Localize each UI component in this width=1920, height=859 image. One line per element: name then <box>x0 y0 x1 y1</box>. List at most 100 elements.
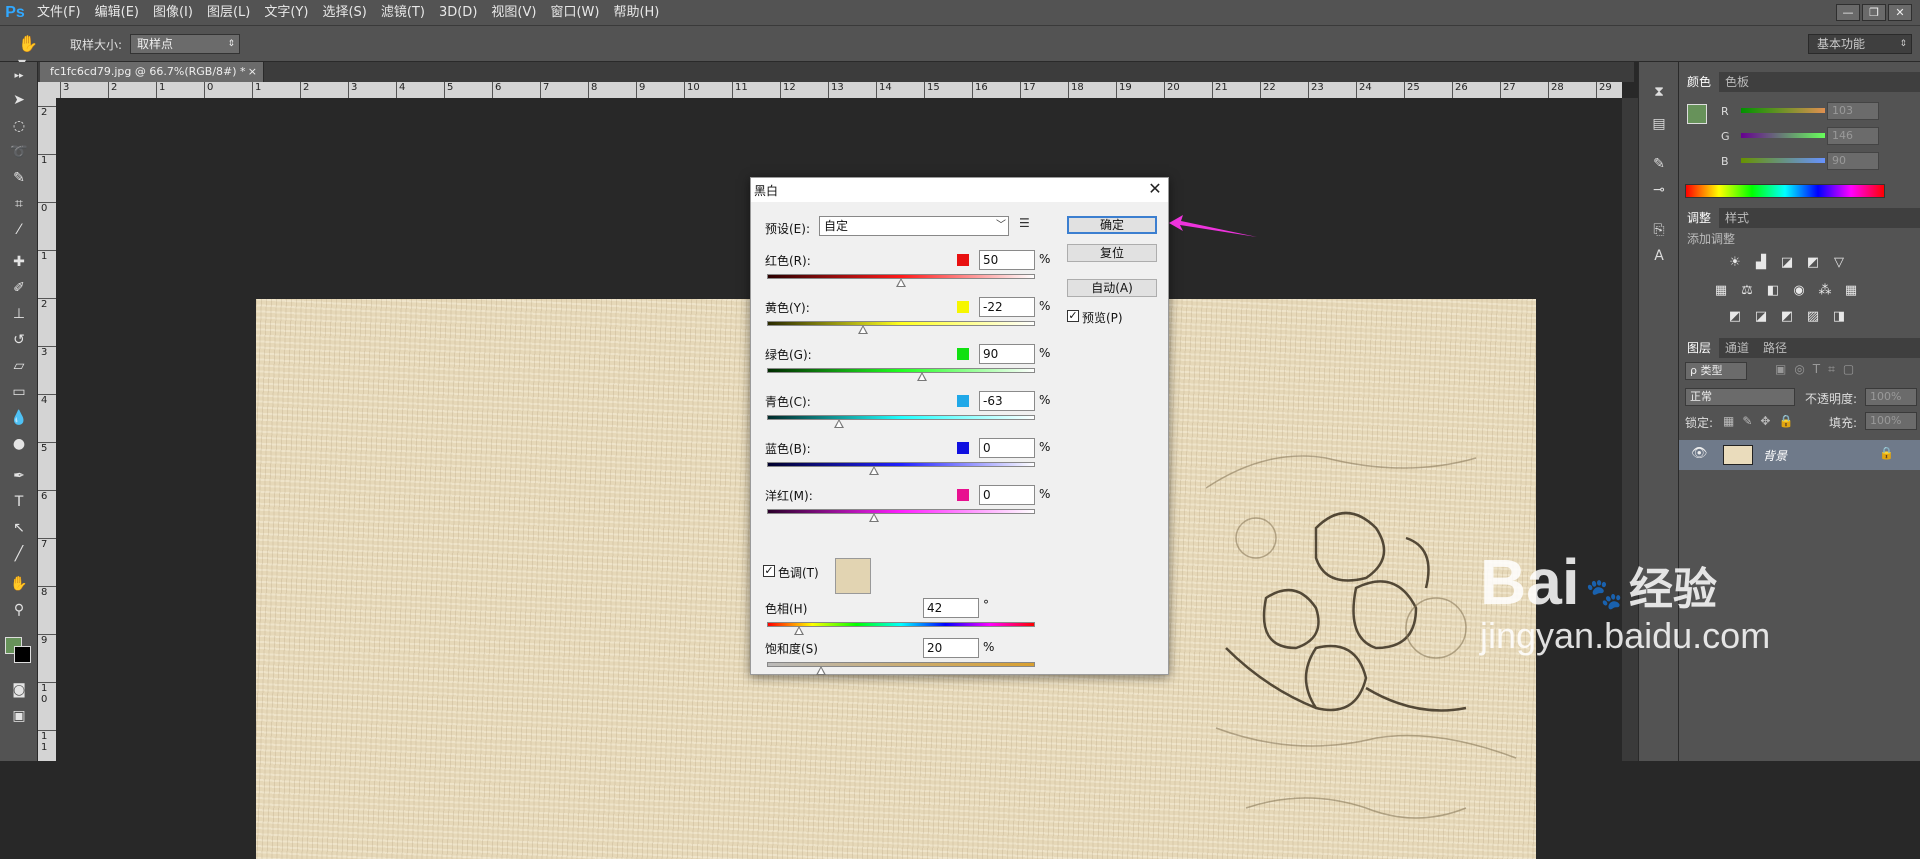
menu-layer[interactable]: 图层(L) <box>200 0 257 26</box>
green-value-field[interactable]: 146 <box>1827 127 1879 145</box>
workspace-select[interactable]: 基本功能 ⇕ <box>1808 34 1912 54</box>
saturation-input[interactable]: 20 <box>923 638 979 658</box>
close-tab-icon[interactable]: × <box>248 62 257 82</box>
preset-select[interactable]: 自定 ﹀ <box>819 216 1009 236</box>
ok-button[interactable]: 确定 <box>1067 216 1157 234</box>
channel-slider-track[interactable] <box>767 321 1035 326</box>
menu-type[interactable]: 文字(Y) <box>257 0 315 26</box>
close-window-button[interactable]: ✕ <box>1888 4 1912 21</box>
brightness-icon[interactable]: ☀ <box>1725 254 1745 272</box>
preview-checkbox[interactable]: ✓ <box>1067 310 1079 322</box>
quick-select-tool-icon[interactable]: ✎ <box>8 168 30 188</box>
invert-icon[interactable]: ◩ <box>1725 308 1745 326</box>
gradient-map-icon[interactable]: ▨ <box>1803 308 1823 326</box>
dodge-tool-icon[interactable]: ● <box>8 434 30 454</box>
black-white-icon[interactable]: ◧ <box>1763 282 1783 300</box>
hue-input[interactable]: 42 <box>923 598 979 618</box>
marquee-tool-icon[interactable]: ◌ <box>8 116 30 136</box>
menu-image[interactable]: 图像(I) <box>146 0 200 26</box>
red-slider-track[interactable] <box>1741 108 1825 113</box>
channel-value-input[interactable]: -22 <box>979 297 1035 317</box>
green-slider-track[interactable] <box>1741 133 1825 138</box>
dialog-close-icon[interactable]: ✕ <box>1145 179 1165 199</box>
tab-adjustments[interactable]: 调整 <box>1679 208 1720 228</box>
menu-file[interactable]: 文件(F) <box>30 0 88 26</box>
healing-brush-tool-icon[interactable]: ✚ <box>8 252 30 272</box>
tab-paths[interactable]: 路径 <box>1755 338 1795 358</box>
properties-panel-icon[interactable]: ▤ <box>1649 114 1669 134</box>
channel-value-input[interactable]: -63 <box>979 391 1035 411</box>
posterize-icon[interactable]: ◪ <box>1751 308 1771 326</box>
eyedropper-tool-icon[interactable]: ⁄ <box>8 220 30 240</box>
channel-mixer-icon[interactable]: ⁂ <box>1815 282 1835 300</box>
tab-styles[interactable]: 样式 <box>1717 208 1757 228</box>
fill-field[interactable]: 100% <box>1865 412 1917 430</box>
channel-slider-track[interactable] <box>767 509 1035 514</box>
path-select-tool-icon[interactable]: ↖ <box>8 518 30 538</box>
color-balance-icon[interactable]: ⚖ <box>1737 282 1757 300</box>
quick-mask-icon[interactable]: ◙ <box>8 680 30 700</box>
character-panel-icon[interactable]: A <box>1649 246 1669 266</box>
layer-row-background[interactable]: 👁 背景 🔒 <box>1679 440 1920 470</box>
menu-filter[interactable]: 滤镜(T) <box>374 0 432 26</box>
hand-tool-preset-icon[interactable]: ✋▾ <box>18 34 40 72</box>
tint-checkbox[interactable]: ✓ <box>763 565 775 577</box>
eraser-tool-icon[interactable]: ▱ <box>8 356 30 376</box>
selective-color-icon[interactable]: ◨ <box>1829 308 1849 326</box>
opacity-field[interactable]: 100% <box>1865 388 1917 406</box>
saturation-slider-track[interactable] <box>767 662 1035 667</box>
layer-filter-icons[interactable]: ▣◎T⌗▢ <box>1775 362 1862 377</box>
auto-button[interactable]: 自动(A) <box>1067 279 1157 297</box>
channel-slider-track[interactable] <box>767 415 1035 420</box>
channel-value-input[interactable]: 0 <box>979 438 1035 458</box>
channel-slider-thumb[interactable] <box>869 466 880 475</box>
menu-select[interactable]: 选择(S) <box>315 0 373 26</box>
type-tool-icon[interactable]: T <box>8 492 30 512</box>
channel-value-input[interactable]: 0 <box>979 485 1035 505</box>
line-tool-icon[interactable]: ╱ <box>8 544 30 564</box>
channel-slider-thumb[interactable] <box>858 325 869 334</box>
menu-edit[interactable]: 编辑(E) <box>88 0 146 26</box>
red-value-field[interactable]: 103 <box>1827 102 1879 120</box>
exposure-icon[interactable]: ◩ <box>1803 254 1823 272</box>
hue-slider-track[interactable] <box>767 622 1035 627</box>
color-spectrum[interactable] <box>1685 184 1885 198</box>
document-tab[interactable]: fc1fc6cd79.jpg @ 66.7%(RGB/8#) * × <box>40 62 264 82</box>
lock-icons[interactable]: ▦✎✥🔒 <box>1723 414 1801 428</box>
brush-presets-icon[interactable]: ⊸ <box>1649 180 1669 200</box>
color-lookup-icon[interactable]: ▦ <box>1841 282 1861 300</box>
screen-mode-icon[interactable]: ▣ <box>8 706 30 726</box>
blend-mode-select[interactable]: 正常 <box>1685 388 1795 406</box>
vibrance-icon[interactable]: ▽ <box>1829 254 1849 272</box>
channel-slider-thumb[interactable] <box>917 372 928 381</box>
gradient-tool-icon[interactable]: ▭ <box>8 382 30 402</box>
restore-button[interactable]: ❐ <box>1862 4 1886 21</box>
pen-tool-icon[interactable]: ✒ <box>8 466 30 486</box>
history-brush-tool-icon[interactable]: ↺ <box>8 330 30 350</box>
vertical-scrollbar[interactable] <box>1622 98 1638 761</box>
zoom-tool-icon[interactable]: ⚲ <box>8 600 30 620</box>
clone-source-icon[interactable]: ⎘ <box>1649 220 1669 240</box>
channel-slider-track[interactable] <box>767 462 1035 467</box>
threshold-icon[interactable]: ◩ <box>1777 308 1797 326</box>
blur-tool-icon[interactable]: 💧 <box>8 408 30 428</box>
minimize-button[interactable]: — <box>1836 4 1860 21</box>
hand-tool-icon[interactable]: ✋ <box>8 574 30 594</box>
menu-view[interactable]: 视图(V) <box>484 0 543 26</box>
hue-slider-thumb[interactable] <box>794 626 805 635</box>
collapse-toolbox-icon[interactable]: ▸▸ <box>8 66 30 86</box>
tab-channels[interactable]: 通道 <box>1717 338 1757 358</box>
tab-color[interactable]: 颜色 <box>1679 72 1720 92</box>
sample-size-select[interactable]: 取样点 ⇕ <box>130 34 240 54</box>
layer-kind-filter[interactable]: ρ 类型 <box>1685 362 1747 380</box>
tint-color-swatch[interactable] <box>835 558 871 594</box>
channel-value-input[interactable]: 90 <box>979 344 1035 364</box>
saturation-slider-thumb[interactable] <box>815 666 826 675</box>
channel-slider-track[interactable] <box>767 368 1035 373</box>
menu-help[interactable]: 帮助(H) <box>606 0 666 26</box>
background-color-swatch[interactable] <box>14 646 31 663</box>
tab-swatches[interactable]: 色板 <box>1717 72 1757 92</box>
photo-filter-icon[interactable]: ◉ <box>1789 282 1809 300</box>
dialog-titlebar[interactable]: 黑白 ✕ <box>751 178 1168 202</box>
brush-panel-icon[interactable]: ✎ <box>1649 154 1669 174</box>
